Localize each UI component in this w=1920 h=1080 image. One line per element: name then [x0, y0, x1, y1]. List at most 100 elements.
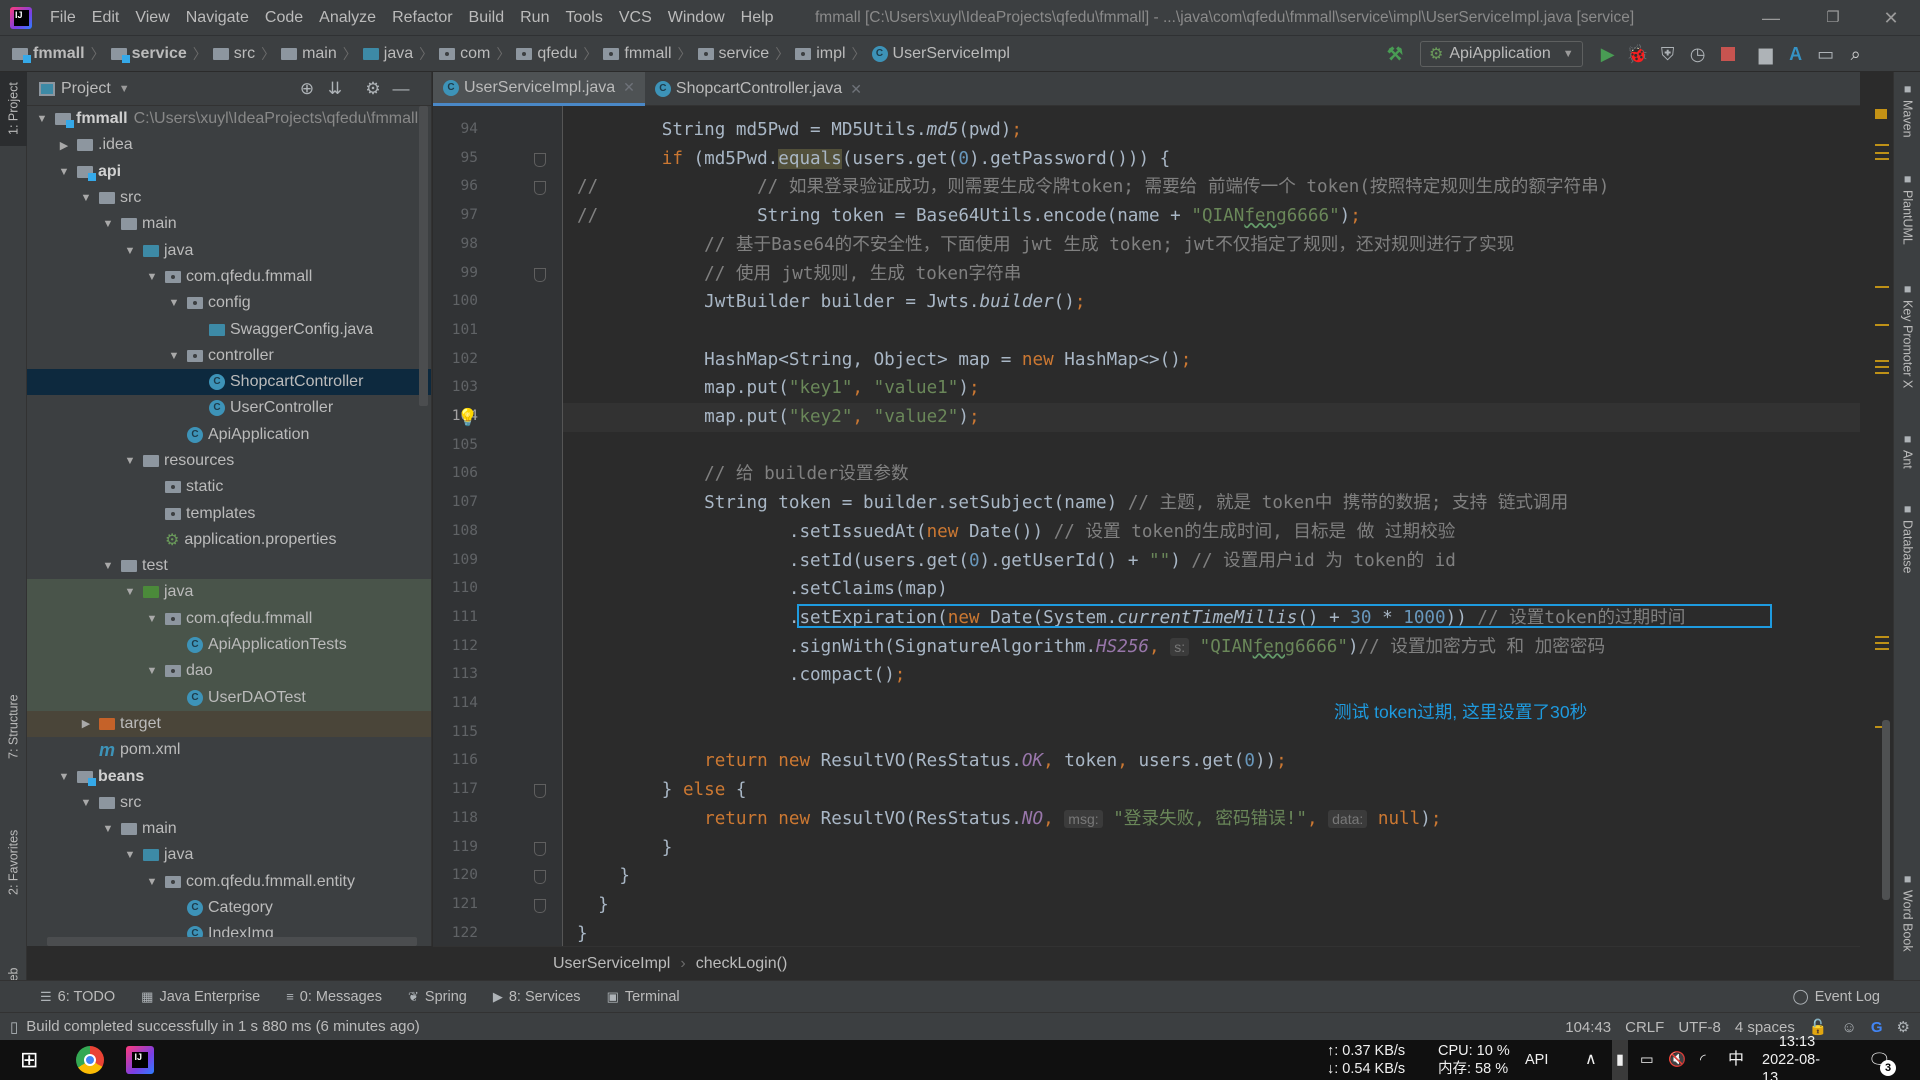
tree-item[interactable]: static: [27, 474, 431, 500]
chrome-icon[interactable]: [76, 1046, 105, 1074]
hide-panel-icon[interactable]: —: [389, 77, 413, 101]
project-structure-icon[interactable]: ▆: [1751, 39, 1781, 69]
expanded-arrow-icon[interactable]: ▼: [101, 560, 115, 572]
breadcrumb-method[interactable]: checkLogin(): [696, 955, 788, 973]
status-message[interactable]: Build completed successfully in 1 s 880 …: [26, 1018, 420, 1035]
build-hammer-icon[interactable]: ⚒: [1380, 39, 1410, 69]
bottom-tool-tab[interactable]: ▣ Terminal: [607, 989, 680, 1005]
menu-build[interactable]: Build: [461, 0, 513, 36]
close-tab-icon[interactable]: ✕: [623, 79, 635, 96]
breadcrumb-item[interactable]: fmmall: [12, 45, 85, 63]
fold-marker-icon[interactable]: [534, 784, 546, 799]
menu-view[interactable]: View: [127, 0, 177, 36]
menu-refactor[interactable]: Refactor: [384, 0, 460, 36]
minimize-button[interactable]: —: [1748, 0, 1794, 36]
toggle-tool-windows-icon[interactable]: ▯: [10, 1018, 18, 1036]
breadcrumb-item[interactable]: src: [212, 45, 255, 63]
expanded-arrow-icon[interactable]: ▼: [145, 271, 159, 283]
presentation-icon[interactable]: ▭: [1811, 39, 1841, 69]
tree-item[interactable]: templates: [27, 500, 431, 526]
debug-icon[interactable]: 🐞: [1623, 39, 1653, 69]
expanded-arrow-icon[interactable]: ▼: [145, 665, 159, 677]
expanded-arrow-icon[interactable]: ▼: [79, 192, 93, 204]
breadcrumb-item[interactable]: impl: [795, 45, 846, 63]
tree-item[interactable]: SwaggerConfig.java: [27, 316, 431, 342]
expanded-arrow-icon[interactable]: ▼: [123, 245, 137, 257]
bottom-tool-tab[interactable]: ☰ 6: TODO: [40, 989, 115, 1005]
wifi-icon[interactable]: ◜: [1700, 1040, 1706, 1080]
clock[interactable]: 13:13 2022-08-13: [1762, 1034, 1832, 1080]
right-tool-tab[interactable]: ■ Word Book: [1894, 872, 1920, 952]
tree-item[interactable]: ▶ .idea: [27, 132, 431, 158]
code-line[interactable]: .compact();: [577, 661, 906, 690]
fold-marker-icon[interactable]: [534, 870, 546, 885]
tree-item[interactable]: ▼ java: [27, 579, 431, 606]
bookmark-tray-icon[interactable]: ▮: [1612, 1040, 1628, 1080]
breadcrumb-item[interactable]: fmmall: [603, 45, 672, 63]
tree-item[interactable]: ▼ com.qfedu.fmmall: [27, 264, 431, 290]
file-encoding[interactable]: UTF-8: [1678, 1019, 1721, 1036]
breadcrumb-item[interactable]: service: [110, 45, 187, 63]
caret-position[interactable]: 104:43: [1565, 1019, 1611, 1036]
project-horizontal-scrollbar[interactable]: [47, 937, 417, 946]
tree-item[interactable]: ▼ java: [27, 237, 431, 263]
tree-item[interactable]: ▼ main: [27, 816, 431, 842]
api-indicator[interactable]: API: [1525, 1040, 1548, 1080]
code-line[interactable]: .setId(users.get(0).getUserId() + "") //…: [577, 547, 1456, 576]
code-line[interactable]: map.put("key1", "value1");: [577, 374, 979, 403]
editor-tab[interactable]: C ShopcartController.java ✕: [645, 72, 872, 106]
show-hidden-icons-chevron-icon[interactable]: ∧: [1585, 1040, 1597, 1080]
restore-button[interactable]: ❐: [1810, 0, 1856, 36]
expanded-arrow-icon[interactable]: ▼: [101, 218, 115, 230]
code-line[interactable]: .setIssuedAt(new Date()) // 设置 token的生成时…: [577, 518, 1455, 547]
fold-marker-icon[interactable]: [534, 898, 546, 913]
lightbulb-icon[interactable]: 💡: [457, 408, 478, 428]
breadcrumb-item[interactable]: main: [281, 45, 337, 63]
expanded-arrow-icon[interactable]: ▼: [57, 771, 71, 783]
right-tool-tab[interactable]: ■ Database: [1894, 502, 1920, 574]
code-line[interactable]: .setClaims(map): [577, 575, 948, 604]
expanded-arrow-icon[interactable]: ▼: [79, 797, 93, 809]
warning-indicator-icon[interactable]: [1875, 109, 1887, 119]
menu-window[interactable]: Window: [660, 0, 733, 36]
tree-item[interactable]: ▼ dao: [27, 658, 431, 685]
fold-marker-icon[interactable]: [534, 841, 546, 856]
editor-vertical-scrollbar[interactable]: [1882, 720, 1890, 900]
tree-item[interactable]: ▼ beans: [27, 763, 431, 789]
project-tool-tab[interactable]: 1: Project: [0, 72, 27, 146]
menu-navigate[interactable]: Navigate: [178, 0, 257, 36]
code-line[interactable]: JwtBuilder builder = Jwts.builder();: [577, 288, 1085, 317]
intellij-taskbar-icon[interactable]: IJ: [126, 1046, 155, 1074]
tree-item[interactable]: ▼ com.qfedu.fmmall: [27, 605, 431, 632]
code-line[interactable]: if (md5Pwd.equals(users.get(0).getPasswo…: [577, 145, 1170, 174]
right-tool-tab[interactable]: ■ PlantUML: [1894, 172, 1920, 245]
tree-item[interactable]: C Category: [27, 895, 431, 921]
project-vertical-scrollbar[interactable]: [419, 106, 428, 406]
menu-file[interactable]: File: [42, 0, 84, 36]
fold-marker-icon[interactable]: [534, 181, 546, 196]
bottom-tool-tab[interactable]: ❦ Spring: [408, 989, 467, 1005]
stop-icon[interactable]: [1713, 39, 1743, 69]
tree-item[interactable]: C ShopcartController: [27, 368, 431, 396]
run-icon[interactable]: ▶: [1593, 39, 1623, 69]
expanded-arrow-icon[interactable]: ▼: [57, 166, 71, 178]
menu-run[interactable]: Run: [512, 0, 557, 36]
tree-item[interactable]: ▶ target: [27, 710, 431, 738]
menu-tools[interactable]: Tools: [557, 0, 610, 36]
code-line[interactable]: // String token = Base64Utils.encode(nam…: [577, 202, 1361, 231]
menu-help[interactable]: Help: [733, 0, 782, 36]
code-line[interactable]: // 给 builder设置参数: [577, 460, 909, 489]
menu-code[interactable]: Code: [257, 0, 311, 36]
code-line[interactable]: } else {: [577, 776, 747, 805]
favorites-tool-tab[interactable]: 2: Favorites: [0, 792, 27, 932]
tree-item[interactable]: ▼ src: [27, 790, 431, 816]
tree-item[interactable]: ▼ resources: [27, 448, 431, 474]
project-view-selector[interactable]: Project: [61, 80, 111, 98]
menu-vcs[interactable]: VCS: [611, 0, 660, 36]
locate-icon[interactable]: ⊕: [295, 77, 319, 101]
bottom-tool-tab[interactable]: ▦ Java Enterprise: [141, 989, 260, 1005]
breadcrumb-item[interactable]: C UserServiceImpl: [871, 45, 1010, 63]
right-tool-tab[interactable]: ■ Maven: [1894, 82, 1920, 138]
windows-start-icon[interactable]: ⊞: [20, 1047, 38, 1073]
close-window-button[interactable]: ✕: [1868, 0, 1914, 36]
